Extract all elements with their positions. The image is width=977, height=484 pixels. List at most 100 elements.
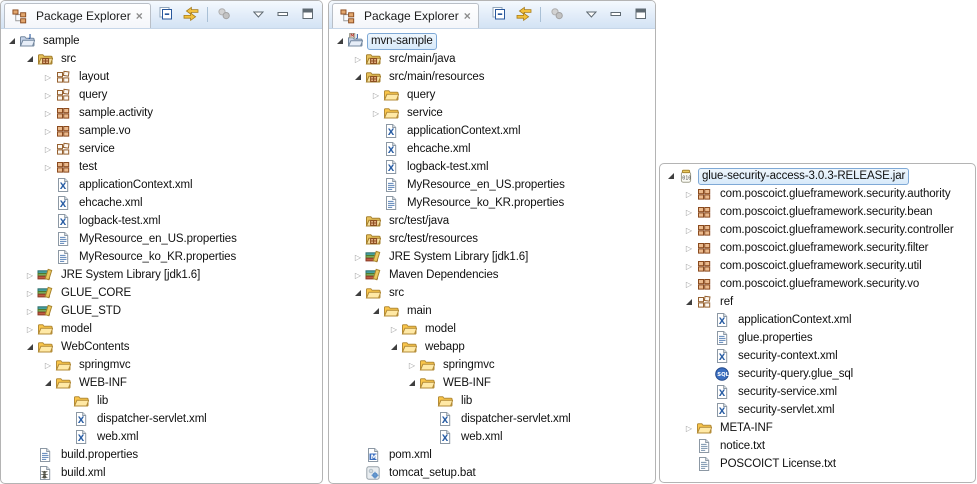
tree-item[interactable]: Xsecurity-servlet.xml [660,401,975,419]
tree-item[interactable]: XapplicationContext.xml [329,122,655,140]
expand-arrow[interactable] [351,267,365,283]
tree-item[interactable]: main [329,302,655,320]
link-editor-icon[interactable] [182,5,200,23]
expand-arrow[interactable] [369,303,383,319]
tree-item[interactable]: Xehcache.xml [1,194,322,212]
expand-arrow[interactable] [41,105,55,121]
maximize-icon[interactable] [299,5,317,23]
tree-item[interactable]: JRE System Library [jdk1.6] [1,266,322,284]
maximize-icon[interactable] [632,5,650,23]
expand-arrow[interactable] [369,87,383,103]
tree-item[interactable]: com.poscoict.glueframework.security.cont… [660,221,975,239]
tree-item[interactable]: layout [1,68,322,86]
tree-item[interactable]: src/test/java [329,212,655,230]
tree-item[interactable]: springmvc [329,356,655,374]
tree-item[interactable]: Mpom.xml [329,446,655,464]
tree-item[interactable]: model [1,320,322,338]
tree-item[interactable]: Xweb.xml [329,428,655,446]
expand-arrow[interactable] [41,123,55,139]
tree-item[interactable]: com.poscoict.glueframework.security.util [660,257,975,275]
expand-arrow[interactable] [23,51,37,67]
tab-package-explorer[interactable]: Package Explorer × [332,3,479,28]
tree-item[interactable]: JRE System Library [jdk1.6] [329,248,655,266]
expand-arrow[interactable] [351,51,365,67]
tree-item[interactable]: service [1,140,322,158]
expand-arrow[interactable] [23,267,37,283]
tree-item[interactable]: MyResource_en_US.properties [1,230,322,248]
tree-item[interactable]: springmvc [1,356,322,374]
tree-item[interactable]: ref [660,293,975,311]
close-icon[interactable]: × [464,9,471,23]
expand-arrow[interactable] [682,222,696,238]
expand-arrow[interactable] [23,285,37,301]
close-icon[interactable]: × [136,9,143,23]
tree-item[interactable]: Xehcache.xml [329,140,655,158]
tree-item[interactable]: 010glue-security-access-3.0.3-RELEASE.ja… [660,167,975,185]
tree-item[interactable]: Xdispatcher-servlet.xml [1,410,322,428]
tree-item[interactable]: com.poscoict.glueframework.security.bean [660,203,975,221]
tree-item[interactable]: query [329,86,655,104]
tree-item[interactable]: WebContents [1,338,322,356]
expand-arrow[interactable] [41,141,55,157]
expand-arrow[interactable] [351,249,365,265]
expand-arrow[interactable] [5,33,19,49]
tree-item[interactable]: com.poscoict.glueframework.security.vo [660,275,975,293]
expand-arrow[interactable] [333,33,347,49]
tree-item[interactable]: Xsecurity-service.xml [660,383,975,401]
expand-arrow[interactable] [351,69,365,85]
tree-item[interactable]: XapplicationContext.xml [660,311,975,329]
tab-package-explorer[interactable]: Package Explorer × [4,3,151,28]
focus-icon[interactable] [215,5,233,23]
tree-item[interactable]: com.poscoict.glueframework.security.auth… [660,185,975,203]
view-menu-icon[interactable] [249,5,267,23]
tree-item[interactable]: src [329,284,655,302]
tree-item[interactable]: lib [1,392,322,410]
expand-arrow[interactable] [682,294,696,310]
expand-arrow[interactable] [664,168,678,184]
expand-arrow[interactable] [41,87,55,103]
link-editor-icon[interactable] [515,5,533,23]
expand-arrow[interactable] [23,321,37,337]
expand-arrow[interactable] [682,186,696,202]
minimize-icon[interactable] [607,5,625,23]
tree-item[interactable]: WEB-INF [1,374,322,392]
tree-item[interactable]: MyResource_ko_KR.properties [1,248,322,266]
tree-item[interactable]: MJmvn-sample [329,32,655,50]
tree-item[interactable]: Xlogback-test.xml [1,212,322,230]
tree-item[interactable]: tomcat_setup.bat [329,464,655,482]
tree-item[interactable]: webapp [329,338,655,356]
expand-arrow[interactable] [41,357,55,373]
tree-item[interactable]: src/main/java [329,50,655,68]
focus-icon[interactable] [548,5,566,23]
expand-arrow[interactable] [41,159,55,175]
minimize-icon[interactable] [274,5,292,23]
tree-item[interactable]: META-INF [660,419,975,437]
expand-arrow[interactable] [682,276,696,292]
tree-item[interactable]: glue.properties [660,329,975,347]
expand-arrow[interactable] [23,339,37,355]
collapse-all-icon[interactable] [490,5,508,23]
expand-arrow[interactable] [351,285,365,301]
expand-arrow[interactable] [23,303,37,319]
tree-item[interactable]: Xlogback-test.xml [329,158,655,176]
tree-item[interactable]: lib [329,392,655,410]
tree-item[interactable]: build.xml [1,464,322,482]
expand-arrow[interactable] [405,375,419,391]
expand-arrow[interactable] [682,240,696,256]
tree-item[interactable]: src/test/resources [329,230,655,248]
expand-arrow[interactable] [405,357,419,373]
tree-item[interactable]: POSCOICT License.txt [660,455,975,473]
tree-item[interactable]: Maven Dependencies [329,266,655,284]
tree-item[interactable]: src [1,50,322,68]
expand-arrow[interactable] [682,258,696,274]
tree-item[interactable]: GLUE_STD [1,302,322,320]
tree-item[interactable]: sample.vo [1,122,322,140]
expand-arrow[interactable] [387,321,401,337]
tree-item[interactable]: model [329,320,655,338]
expand-arrow[interactable] [682,420,696,436]
view-menu-icon[interactable] [582,5,600,23]
tree-item[interactable]: build.properties [1,446,322,464]
expand-arrow[interactable] [682,204,696,220]
tree-item[interactable]: service [329,104,655,122]
tree-item[interactable]: test [1,158,322,176]
